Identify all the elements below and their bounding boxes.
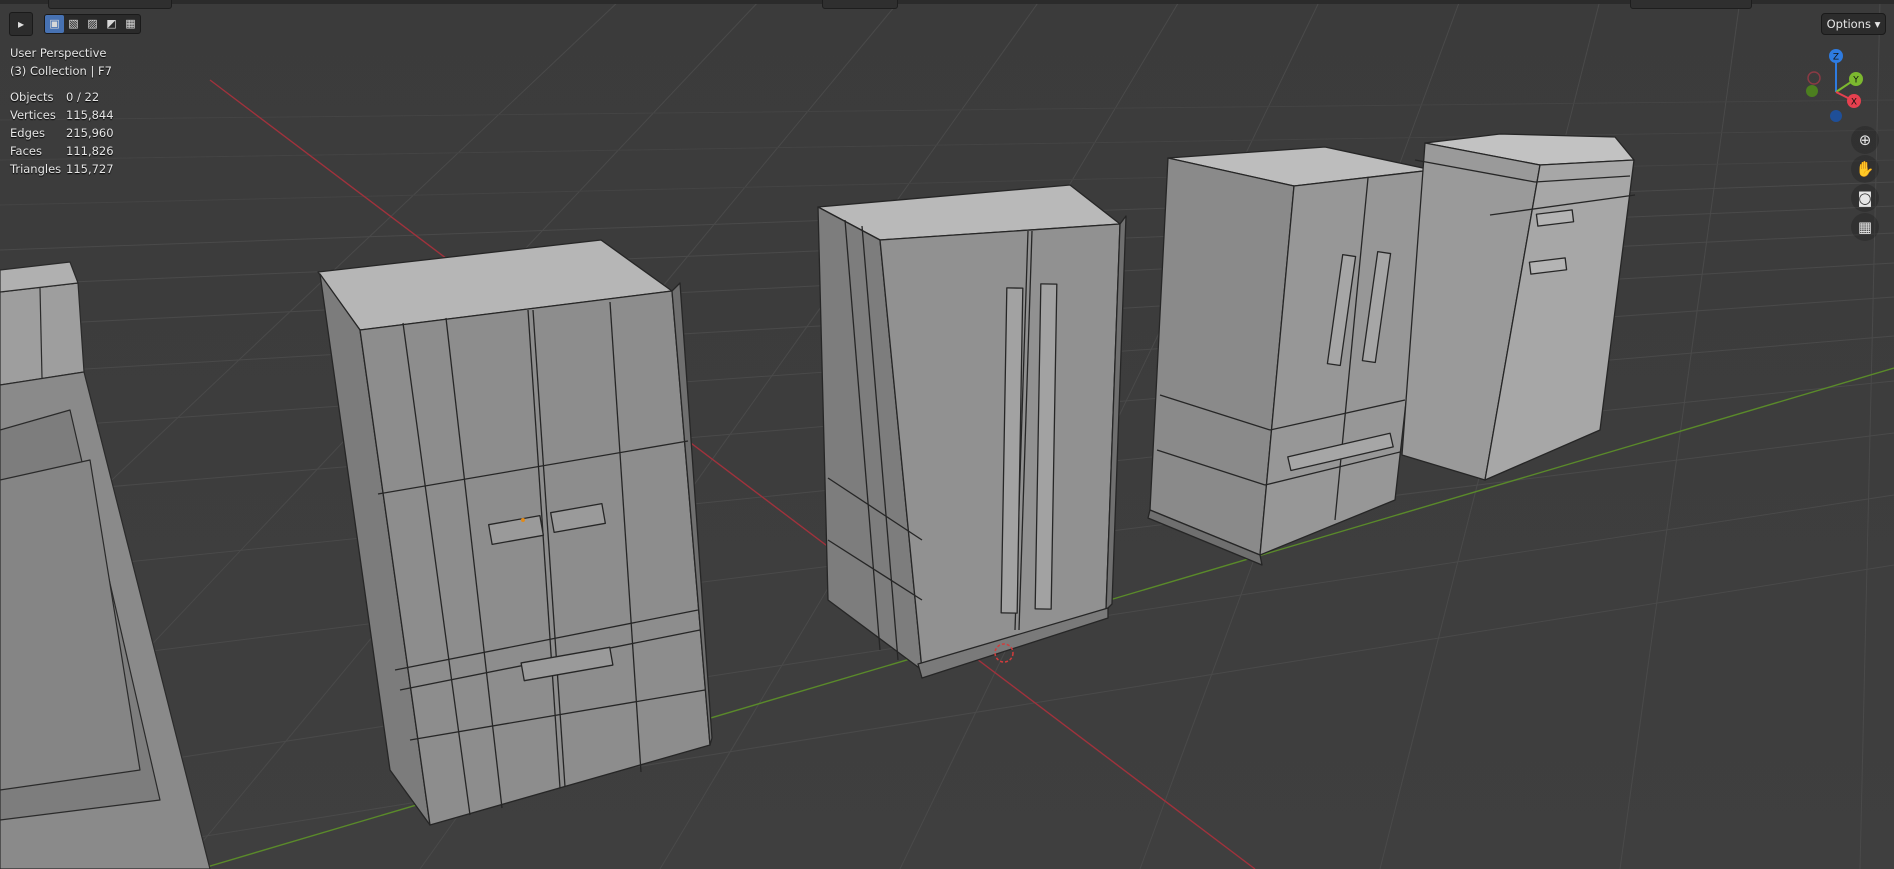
fridge-4 <box>1401 133 1636 481</box>
camera-icon[interactable]: ◙ <box>1851 184 1879 212</box>
zoom-icon[interactable]: ⊕ <box>1851 126 1879 154</box>
stat-row: Objects 0 / 22 <box>10 88 114 106</box>
stat-row: Faces 111,826 <box>10 142 114 160</box>
select-extend-icon[interactable]: ▧ <box>64 15 83 33</box>
options-button[interactable]: Options ▾ <box>1821 13 1886 35</box>
stat-label: Faces <box>10 144 42 158</box>
stat-row: Edges 215,960 <box>10 124 114 142</box>
3d-viewport[interactable]: ▸ ▣ ▧ ▨ ◩ ▦ User Perspective (3) Collect… <box>0 0 1894 869</box>
stat-label: Vertices <box>10 108 56 122</box>
viewport-stats: User Perspective (3) Collection | F7 Obj… <box>10 44 114 178</box>
select-intersect-icon[interactable]: ▦ <box>121 15 140 33</box>
select-tool-icon[interactable]: ▸ <box>9 12 33 36</box>
select-mode-group[interactable]: ▣ ▧ ▨ ◩ ▦ <box>44 14 141 34</box>
fridge-2 <box>817 184 1127 679</box>
hand-icon[interactable]: ✋ <box>1851 155 1879 183</box>
stat-label: Edges <box>10 126 45 140</box>
stat-value: 115,727 <box>66 162 114 176</box>
select-subtract-icon[interactable]: ▨ <box>83 15 102 33</box>
stat-row: Triangles 115,727 <box>10 160 114 178</box>
z-label: Z <box>1833 53 1839 63</box>
neg-x-icon[interactable] <box>1807 71 1821 85</box>
x-label: X <box>1851 98 1857 108</box>
mode-dropdown[interactable] <box>48 0 172 9</box>
view-name: User Perspective <box>10 46 107 60</box>
fridge-3 <box>1147 146 1433 566</box>
collection-info: (3) Collection | F7 <box>10 64 112 78</box>
stat-value: 115,844 <box>66 108 114 122</box>
stat-label: Triangles <box>10 162 62 176</box>
select-invert-icon[interactable]: ◩ <box>102 15 121 33</box>
neg-z-icon[interactable] <box>1830 110 1842 122</box>
header-bar <box>0 0 1894 4</box>
options-label: Options <box>1826 17 1871 31</box>
stat-value: 215,960 <box>66 126 114 140</box>
stat-value: 111,826 <box>66 144 114 158</box>
transform-dropdown[interactable] <box>822 0 898 9</box>
grid-icon[interactable]: ▦ <box>1851 213 1879 241</box>
stat-row: Vertices 115,844 <box>10 106 114 124</box>
shading-buttons[interactable] <box>1630 0 1752 9</box>
neg-y-icon[interactable] <box>1806 85 1818 97</box>
y-label: Y <box>1852 76 1859 86</box>
stat-value: 0 / 22 <box>66 90 100 104</box>
select-new-icon[interactable]: ▣ <box>45 15 64 33</box>
scene-canvas[interactable] <box>0 0 1894 869</box>
navigation-gizmo[interactable]: Z Y X <box>1796 46 1892 130</box>
stat-label: Objects <box>10 90 54 104</box>
